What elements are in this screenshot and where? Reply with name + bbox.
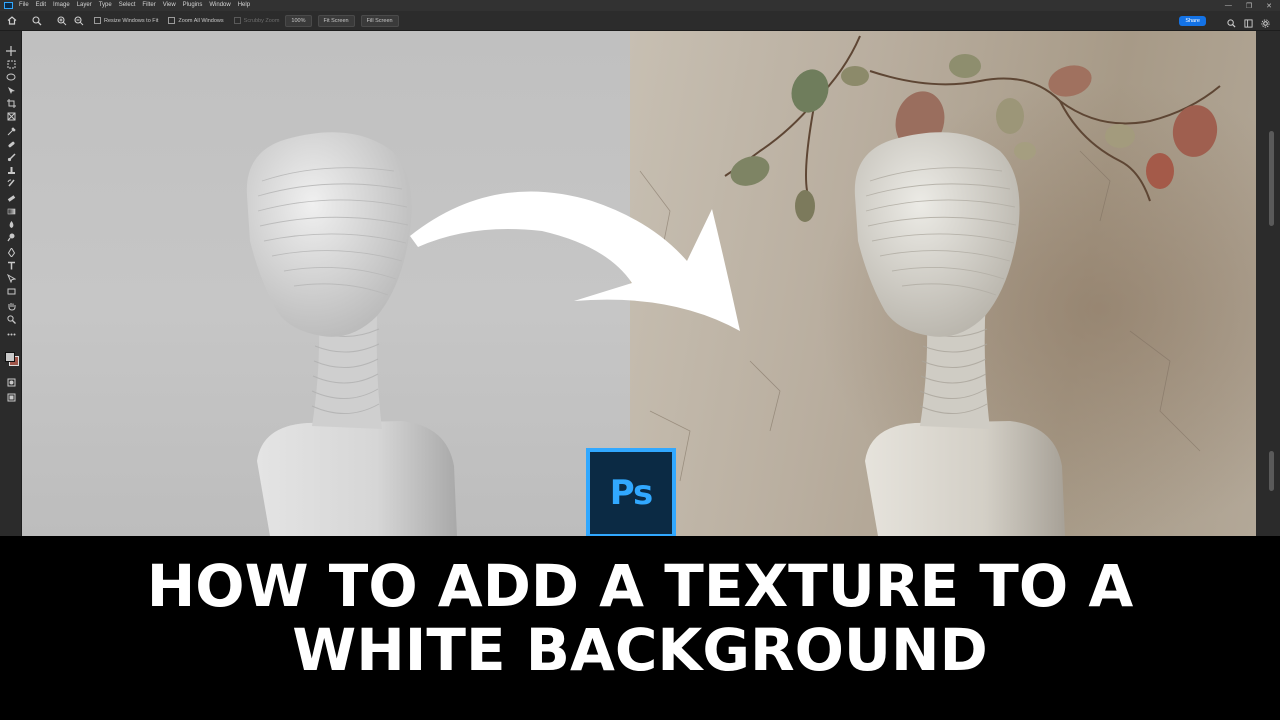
- home-icon[interactable]: [6, 15, 17, 26]
- zoom-100-button[interactable]: 100%: [285, 14, 312, 27]
- fill-screen-button[interactable]: Fill Screen: [360, 14, 399, 27]
- window-controls: — ❐ ✕: [1225, 0, 1272, 11]
- checkbox-icon: [168, 17, 176, 24]
- checkbox-icon: [94, 17, 101, 24]
- zoom-tool-icon[interactable]: [5, 313, 17, 325]
- fit-screen-button[interactable]: Fit Screen: [317, 14, 355, 27]
- menu-help[interactable]: Help: [238, 0, 250, 11]
- eraser-tool-icon[interactable]: [5, 192, 17, 204]
- lasso-tool-icon[interactable]: [5, 71, 17, 83]
- photoshop-app-icon: [4, 2, 13, 9]
- menu-bar: File Edit Image Layer Type Select Filter…: [0, 0, 1280, 11]
- options-bar: Resize Windows to Fit Zoom All Windows S…: [0, 11, 1280, 31]
- edit-toolbar-icon[interactable]: [5, 328, 17, 340]
- gradient-tool-icon[interactable]: [5, 205, 17, 217]
- artboard-tool-icon[interactable]: [5, 58, 17, 70]
- menu-type[interactable]: Type: [99, 0, 112, 11]
- resize-windows-checkbox[interactable]: Resize Windows to Fit: [94, 17, 158, 24]
- tools-panel: [0, 31, 22, 536]
- blur-tool-icon[interactable]: [5, 218, 17, 230]
- hand-tool-icon[interactable]: [5, 300, 17, 312]
- path-selection-tool-icon[interactable]: [5, 272, 17, 284]
- zoom-in-icon[interactable]: [56, 15, 67, 26]
- zoom-tool-preset-icon[interactable]: [31, 15, 42, 26]
- object-select-tool-icon[interactable]: [5, 84, 17, 96]
- photoshop-logo-badge: Ps: [586, 448, 676, 538]
- scrollbar-thumb-secondary[interactable]: [1269, 451, 1274, 491]
- clone-stamp-tool-icon[interactable]: [5, 164, 17, 176]
- move-tool-icon[interactable]: [5, 45, 17, 57]
- menu-plugins[interactable]: Plugins: [183, 0, 203, 11]
- quick-mask-icon[interactable]: [5, 376, 17, 388]
- restore-icon[interactable]: ❐: [1246, 2, 1252, 10]
- pen-tool-icon[interactable]: [5, 246, 17, 258]
- menu-select[interactable]: Select: [119, 0, 136, 11]
- menu-window[interactable]: Window: [209, 0, 230, 11]
- menu-layer[interactable]: Layer: [77, 0, 92, 11]
- share-button[interactable]: Share: [1179, 16, 1206, 26]
- vertical-scrollbar[interactable]: [1256, 31, 1280, 536]
- eyedropper-tool-icon[interactable]: [5, 125, 17, 137]
- scrubby-zoom-checkbox[interactable]: Scrubby Zoom: [233, 17, 279, 24]
- menu-file[interactable]: File: [19, 0, 29, 11]
- crop-tool-icon[interactable]: [5, 97, 17, 109]
- minimize-icon[interactable]: —: [1225, 2, 1232, 9]
- screen-mode-icon[interactable]: [5, 391, 17, 403]
- rectangle-tool-icon[interactable]: [5, 285, 17, 297]
- photoshop-logo-text: Ps: [609, 473, 654, 513]
- menu-view[interactable]: View: [163, 0, 176, 11]
- foreground-color-swatch[interactable]: [5, 352, 15, 362]
- zoom-out-icon[interactable]: [73, 15, 84, 26]
- dodge-tool-icon[interactable]: [5, 231, 17, 243]
- close-icon[interactable]: ✕: [1266, 2, 1272, 10]
- title-line-2: WHITE BACKGROUND: [292, 616, 988, 684]
- title-line-1: HOW TO ADD A TEXTURE TO A: [146, 552, 1134, 620]
- type-tool-icon[interactable]: [5, 259, 17, 271]
- healing-brush-tool-icon[interactable]: [5, 138, 17, 150]
- menu-filter[interactable]: Filter: [142, 0, 155, 11]
- brush-tool-icon[interactable]: [5, 151, 17, 163]
- scrollbar-thumb[interactable]: [1269, 131, 1274, 226]
- menu-image[interactable]: Image: [53, 0, 70, 11]
- menu-edit[interactable]: Edit: [36, 0, 46, 11]
- history-brush-tool-icon[interactable]: [5, 177, 17, 189]
- zoom-all-windows-checkbox[interactable]: Zoom All Windows: [168, 17, 224, 24]
- checkbox-icon: [233, 17, 241, 24]
- frame-tool-icon[interactable]: [5, 110, 17, 122]
